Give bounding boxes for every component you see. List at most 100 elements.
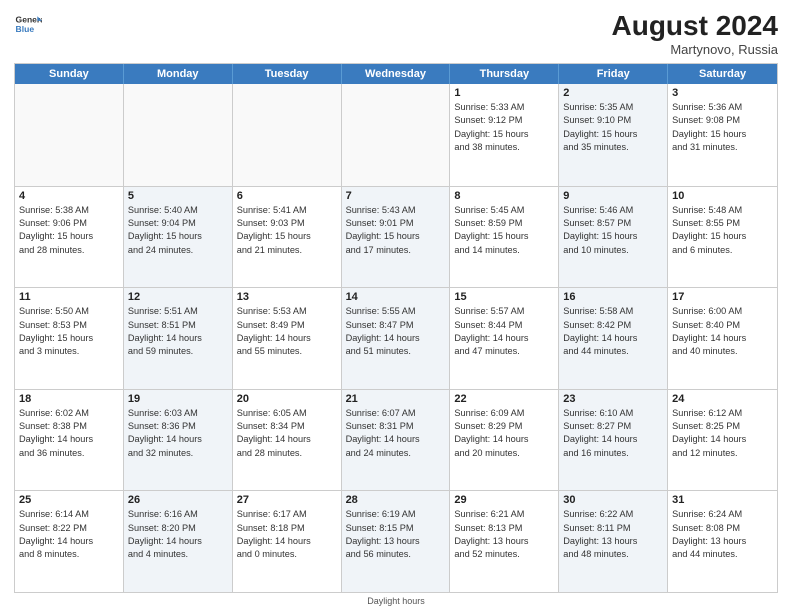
calendar-day-20: 20 Sunrise: 6:05 AMSunset: 8:34 PMDayligh… bbox=[233, 390, 342, 491]
day-number: 2 bbox=[563, 87, 663, 99]
weekday-header-tuesday: Tuesday bbox=[233, 64, 342, 84]
day-info: Sunrise: 6:12 AMSunset: 8:25 PMDaylight:… bbox=[672, 407, 773, 460]
day-number: 28 bbox=[346, 494, 446, 506]
svg-text:Blue: Blue bbox=[16, 24, 35, 34]
header: General Blue August 2024 Martynovo, Russ… bbox=[14, 10, 778, 57]
calendar-day-10: 10Sunrise: 5:48 AMSunset: 8:55 PMDayligh… bbox=[668, 187, 777, 288]
calendar-week-1: 1 Sunrise: 5:33 AMSunset: 9:12 PMDaylight… bbox=[15, 84, 777, 186]
day-number: 24 bbox=[672, 393, 773, 405]
calendar-day-21: 21Sunrise: 6:07 AMSunset: 8:31 PMDayligh… bbox=[342, 390, 451, 491]
day-number: 13 bbox=[237, 291, 337, 303]
day-number: 27 bbox=[237, 494, 337, 506]
weekday-header-friday: Friday bbox=[559, 64, 668, 84]
generalblue-icon: General Blue bbox=[14, 10, 42, 38]
calendar-day-12: 12Sunrise: 5:51 AMSunset: 8:51 PMDayligh… bbox=[124, 288, 233, 389]
calendar-day-23: 23 Sunrise: 6:10 AMSunset: 8:27 PMDayligh… bbox=[559, 390, 668, 491]
calendar-day-5: 5 Sunrise: 5:40 AMSunset: 9:04 PMDaylight… bbox=[124, 187, 233, 288]
calendar-day-24: 24 Sunrise: 6:12 AMSunset: 8:25 PMDayligh… bbox=[668, 390, 777, 491]
calendar-empty-cell bbox=[342, 84, 451, 186]
calendar-week-5: 25Sunrise: 6:14 AMSunset: 8:22 PMDayligh… bbox=[15, 490, 777, 592]
calendar-empty-cell bbox=[124, 84, 233, 186]
day-number: 14 bbox=[346, 291, 446, 303]
day-number: 11 bbox=[19, 291, 119, 303]
day-number: 26 bbox=[128, 494, 228, 506]
day-info: Sunrise: 5:46 AMSunset: 8:57 PMDaylight:… bbox=[563, 204, 663, 257]
calendar-day-26: 26Sunrise: 6:16 AMSunset: 8:20 PMDayligh… bbox=[124, 491, 233, 592]
day-info: Sunrise: 6:05 AMSunset: 8:34 PMDaylight:… bbox=[237, 407, 337, 460]
calendar-day-30: 30Sunrise: 6:22 AMSunset: 8:11 PMDayligh… bbox=[559, 491, 668, 592]
day-number: 3 bbox=[672, 87, 773, 99]
day-info: Sunrise: 5:40 AMSunset: 9:04 PMDaylight:… bbox=[128, 204, 228, 257]
calendar-day-18: 18 Sunrise: 6:02 AMSunset: 8:38 PMDayligh… bbox=[15, 390, 124, 491]
calendar-empty-cell bbox=[233, 84, 342, 186]
day-info: Sunrise: 6:17 AMSunset: 8:18 PMDaylight:… bbox=[237, 508, 337, 561]
calendar-body: 1 Sunrise: 5:33 AMSunset: 9:12 PMDaylight… bbox=[15, 84, 777, 592]
day-number: 1 bbox=[454, 87, 554, 99]
calendar-day-9: 9Sunrise: 5:46 AMSunset: 8:57 PMDaylight… bbox=[559, 187, 668, 288]
day-info: Sunrise: 5:33 AMSunset: 9:12 PMDaylight:… bbox=[454, 101, 554, 154]
calendar-day-28: 28Sunrise: 6:19 AMSunset: 8:15 PMDayligh… bbox=[342, 491, 451, 592]
day-number: 5 bbox=[128, 190, 228, 202]
day-info: Sunrise: 6:09 AMSunset: 8:29 PMDaylight:… bbox=[454, 407, 554, 460]
calendar-empty-cell bbox=[15, 84, 124, 186]
day-info: Sunrise: 5:55 AMSunset: 8:47 PMDaylight:… bbox=[346, 305, 446, 358]
day-info: Sunrise: 5:58 AMSunset: 8:42 PMDaylight:… bbox=[563, 305, 663, 358]
day-info: Sunrise: 5:53 AMSunset: 8:49 PMDaylight:… bbox=[237, 305, 337, 358]
day-number: 20 bbox=[237, 393, 337, 405]
calendar-day-22: 22 Sunrise: 6:09 AMSunset: 8:29 PMDayligh… bbox=[450, 390, 559, 491]
calendar: SundayMondayTuesdayWednesdayThursdayFrid… bbox=[14, 63, 778, 593]
day-number: 19 bbox=[128, 393, 228, 405]
calendar-day-6: 6Sunrise: 5:41 AMSunset: 9:03 PMDaylight… bbox=[233, 187, 342, 288]
day-info: Sunrise: 6:07 AMSunset: 8:31 PMDaylight:… bbox=[346, 407, 446, 460]
day-info: Sunrise: 6:21 AMSunset: 8:13 PMDaylight:… bbox=[454, 508, 554, 561]
calendar-day-8: 8 Sunrise: 5:45 AMSunset: 8:59 PMDaylight… bbox=[450, 187, 559, 288]
day-info: Sunrise: 6:00 AMSunset: 8:40 PMDaylight:… bbox=[672, 305, 773, 358]
title-block: August 2024 Martynovo, Russia bbox=[612, 10, 779, 57]
day-info: Sunrise: 5:38 AMSunset: 9:06 PMDaylight:… bbox=[19, 204, 119, 257]
calendar-day-19: 19 Sunrise: 6:03 AMSunset: 8:36 PMDayligh… bbox=[124, 390, 233, 491]
calendar-day-31: 31Sunrise: 6:24 AMSunset: 8:08 PMDayligh… bbox=[668, 491, 777, 592]
weekday-header-thursday: Thursday bbox=[450, 64, 559, 84]
footer-note: Daylight hours bbox=[14, 596, 778, 606]
weekday-header-saturday: Saturday bbox=[668, 64, 777, 84]
calendar-day-4: 4 Sunrise: 5:38 AMSunset: 9:06 PMDaylight… bbox=[15, 187, 124, 288]
calendar-week-4: 18 Sunrise: 6:02 AMSunset: 8:38 PMDayligh… bbox=[15, 389, 777, 491]
calendar-day-15: 15 Sunrise: 5:57 AMSunset: 8:44 PMDayligh… bbox=[450, 288, 559, 389]
calendar-day-1: 1 Sunrise: 5:33 AMSunset: 9:12 PMDaylight… bbox=[450, 84, 559, 186]
day-number: 17 bbox=[672, 291, 773, 303]
day-info: Sunrise: 6:02 AMSunset: 8:38 PMDaylight:… bbox=[19, 407, 119, 460]
day-info: Sunrise: 5:48 AMSunset: 8:55 PMDaylight:… bbox=[672, 204, 773, 257]
day-info: Sunrise: 6:03 AMSunset: 8:36 PMDaylight:… bbox=[128, 407, 228, 460]
day-number: 4 bbox=[19, 190, 119, 202]
calendar-day-25: 25Sunrise: 6:14 AMSunset: 8:22 PMDayligh… bbox=[15, 491, 124, 592]
calendar-day-14: 14 Sunrise: 5:55 AMSunset: 8:47 PMDayligh… bbox=[342, 288, 451, 389]
day-info: Sunrise: 5:41 AMSunset: 9:03 PMDaylight:… bbox=[237, 204, 337, 257]
calendar-day-17: 17 Sunrise: 6:00 AMSunset: 8:40 PMDayligh… bbox=[668, 288, 777, 389]
day-number: 8 bbox=[454, 190, 554, 202]
calendar-day-11: 11 Sunrise: 5:50 AMSunset: 8:53 PMDayligh… bbox=[15, 288, 124, 389]
day-number: 22 bbox=[454, 393, 554, 405]
day-number: 23 bbox=[563, 393, 663, 405]
day-info: Sunrise: 5:51 AMSunset: 8:51 PMDaylight:… bbox=[128, 305, 228, 358]
logo: General Blue bbox=[14, 10, 42, 38]
calendar-day-16: 16Sunrise: 5:58 AMSunset: 8:42 PMDayligh… bbox=[559, 288, 668, 389]
day-info: Sunrise: 5:45 AMSunset: 8:59 PMDaylight:… bbox=[454, 204, 554, 257]
day-info: Sunrise: 5:43 AMSunset: 9:01 PMDaylight:… bbox=[346, 204, 446, 257]
day-info: Sunrise: 5:35 AMSunset: 9:10 PMDaylight:… bbox=[563, 101, 663, 154]
day-number: 15 bbox=[454, 291, 554, 303]
calendar-week-3: 11 Sunrise: 5:50 AMSunset: 8:53 PMDayligh… bbox=[15, 287, 777, 389]
day-number: 18 bbox=[19, 393, 119, 405]
day-info: Sunrise: 5:50 AMSunset: 8:53 PMDaylight:… bbox=[19, 305, 119, 358]
calendar-day-13: 13 Sunrise: 5:53 AMSunset: 8:49 PMDayligh… bbox=[233, 288, 342, 389]
calendar-header: SundayMondayTuesdayWednesdayThursdayFrid… bbox=[15, 64, 777, 84]
day-number: 25 bbox=[19, 494, 119, 506]
calendar-day-29: 29 Sunrise: 6:21 AMSunset: 8:13 PMDayligh… bbox=[450, 491, 559, 592]
day-info: Sunrise: 6:22 AMSunset: 8:11 PMDaylight:… bbox=[563, 508, 663, 561]
calendar-day-7: 7Sunrise: 5:43 AMSunset: 9:01 PMDaylight… bbox=[342, 187, 451, 288]
day-info: Sunrise: 5:36 AMSunset: 9:08 PMDaylight:… bbox=[672, 101, 773, 154]
calendar-day-2: 2 Sunrise: 5:35 AMSunset: 9:10 PMDaylight… bbox=[559, 84, 668, 186]
day-info: Sunrise: 6:10 AMSunset: 8:27 PMDaylight:… bbox=[563, 407, 663, 460]
day-info: Sunrise: 5:57 AMSunset: 8:44 PMDaylight:… bbox=[454, 305, 554, 358]
day-number: 29 bbox=[454, 494, 554, 506]
weekday-header-monday: Monday bbox=[124, 64, 233, 84]
